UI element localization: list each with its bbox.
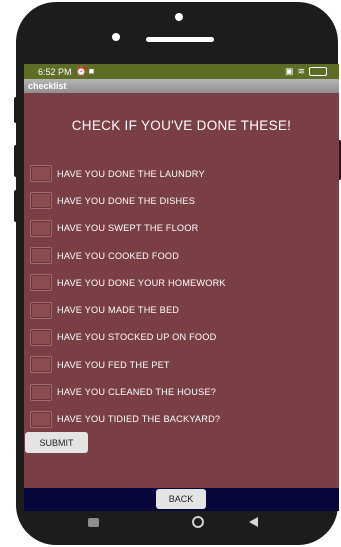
submit-button[interactable]: SUBMIT: [25, 432, 88, 453]
checklist-item-label: HAVE YOU FED THE PET: [57, 359, 170, 370]
app-screen: 6:52 PM ⏰■ ▣ ≋ checklist CHECK IF YOU'VE…: [24, 64, 339, 511]
checklist-item-label: HAVE YOU CLEANED THE HOUSE?: [57, 387, 217, 398]
checklist-item[interactable]: HAVE YOU COOKED FOOD: [30, 242, 226, 269]
side-button-middle: [14, 145, 19, 177]
checkbox[interactable]: [30, 356, 52, 374]
side-button-bottom: [14, 190, 19, 222]
alarm-icon: ⏰: [75, 66, 89, 76]
checklist: HAVE YOU DONE THE LAUNDRY HAVE YOU DONE …: [30, 160, 226, 433]
proximity-sensor: [112, 33, 120, 41]
checklist-item[interactable]: HAVE YOU STOCKED UP ON FOOD: [30, 324, 226, 351]
side-button-top: [14, 97, 19, 123]
back-arrow-icon[interactable]: [249, 517, 258, 527]
checklist-item[interactable]: HAVE YOU FED THE PET: [30, 351, 226, 378]
vibrate-icon: ▣: [284, 66, 294, 76]
system-navigation-bar: [62, 511, 302, 533]
page-title: CHECK IF YOU'VE DONE THESE!: [71, 118, 292, 133]
status-bar: 6:52 PM ⏰■ ▣ ≋: [24, 64, 339, 79]
home-icon[interactable]: [192, 516, 204, 528]
earpiece-speaker: [146, 37, 214, 42]
front-camera: [175, 13, 183, 21]
checkbox[interactable]: [30, 247, 52, 265]
checkbox[interactable]: [30, 301, 52, 319]
checkbox[interactable]: [30, 410, 52, 428]
back-button[interactable]: BACK: [156, 489, 206, 509]
checklist-item[interactable]: HAVE YOU SWEPT THE FLOOR: [30, 215, 226, 242]
checklist-item-label: HAVE YOU DONE THE LAUNDRY: [57, 168, 205, 179]
battery-icon: [309, 67, 327, 76]
checklist-item-label: HAVE YOU SWEPT THE FLOOR: [57, 223, 199, 234]
status-left-icons: ⏰■: [76, 66, 97, 77]
checklist-item[interactable]: HAVE YOU DONE YOUR HOMEWORK: [30, 269, 226, 296]
checklist-item-label: HAVE YOU DONE THE DISHES: [57, 195, 196, 206]
checklist-item-label: HAVE YOU MADE THE BED: [57, 305, 180, 316]
status-time: 6:52 PM: [38, 66, 72, 77]
checklist-item-label: HAVE YOU STOCKED UP ON FOOD: [57, 332, 217, 343]
app-title-bar: checklist: [24, 79, 339, 93]
wifi-icon: ≋: [297, 66, 305, 76]
checklist-item[interactable]: HAVE YOU TIDIED THE BACKYARD?: [30, 406, 226, 433]
checkbox[interactable]: [30, 274, 52, 292]
video-icon: ■: [88, 66, 97, 76]
checkbox[interactable]: [30, 219, 52, 237]
checkbox[interactable]: [30, 165, 52, 183]
checklist-item[interactable]: HAVE YOU MADE THE BED: [30, 296, 226, 323]
checklist-item[interactable]: HAVE YOU DONE THE DISHES: [30, 187, 226, 214]
checkbox[interactable]: [30, 383, 52, 401]
checklist-item-label: HAVE YOU DONE YOUR HOMEWORK: [57, 277, 226, 288]
checkbox[interactable]: [30, 192, 52, 210]
checklist-item[interactable]: HAVE YOU DONE THE LAUNDRY: [30, 160, 226, 187]
status-right-icons: ▣ ≋: [285, 66, 327, 77]
checklist-item-label: HAVE YOU COOKED FOOD: [57, 250, 180, 261]
checkbox[interactable]: [30, 328, 52, 346]
checklist-item[interactable]: HAVE YOU CLEANED THE HOUSE?: [30, 378, 226, 405]
checklist-item-label: HAVE YOU TIDIED THE BACKYARD?: [57, 414, 221, 425]
recent-apps-icon[interactable]: [88, 517, 99, 527]
